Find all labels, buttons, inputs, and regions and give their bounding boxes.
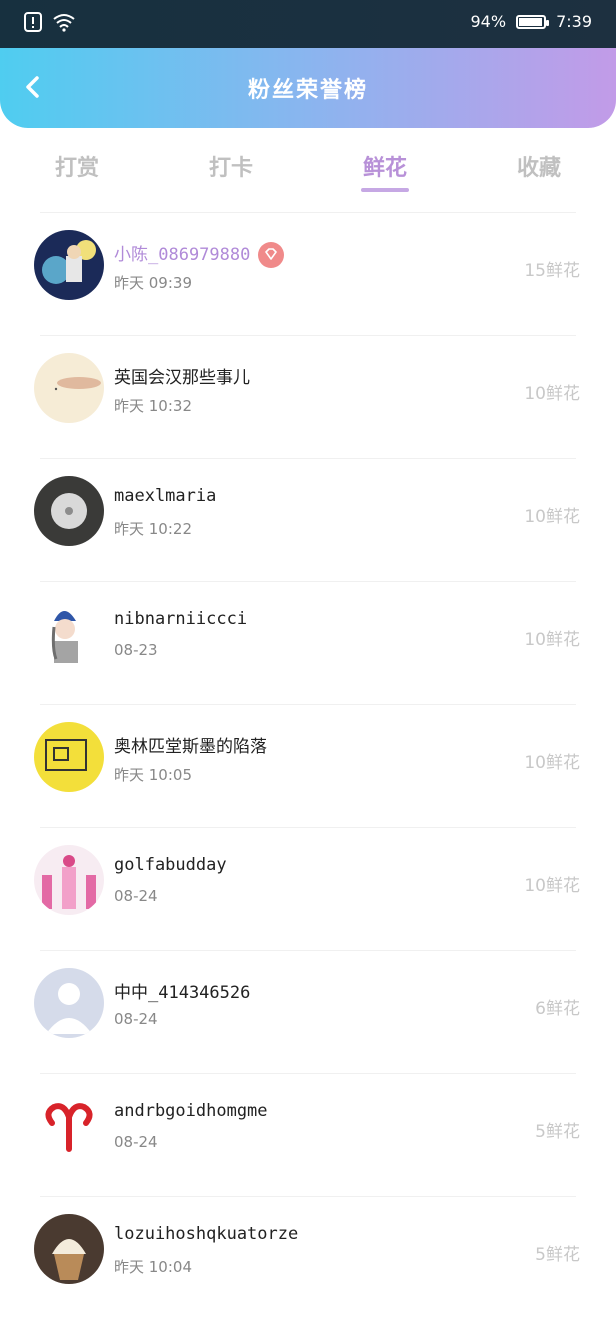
username-text: golfabudday: [114, 855, 227, 875]
tab-favorites[interactable]: 收藏: [462, 128, 616, 200]
avatar[interactable]: [34, 968, 104, 1038]
avatar[interactable]: [34, 476, 104, 546]
timestamp: 昨天 10:22: [114, 520, 192, 538]
list-item[interactable]: lozuihoshqkuatorze 昨天 10:04 5鲜花: [0, 1196, 616, 1319]
flower-count: 10鲜花: [524, 753, 580, 773]
app-header: 粉丝荣誉榜: [0, 48, 616, 128]
timestamp: 昨天 10:04: [114, 1258, 192, 1276]
tab-flowers[interactable]: 鲜花: [308, 128, 462, 200]
clock: 7:39: [556, 12, 592, 31]
avatar[interactable]: [34, 599, 104, 669]
username-text: 中中_414346526: [114, 983, 251, 1003]
avatar[interactable]: [34, 1214, 104, 1284]
flower-count: 10鲜花: [524, 507, 580, 527]
flower-count: 10鲜花: [524, 876, 580, 896]
username-text: 小陈_086979880: [114, 245, 251, 265]
tab-bar: 打赏 打卡 鲜花 收藏: [0, 128, 616, 200]
flower-count: 15鲜花: [524, 261, 580, 281]
alert-icon: [24, 12, 42, 36]
avatar[interactable]: [34, 722, 104, 792]
list-item[interactable]: andrbgoidhomgme 08-24 5鲜花: [0, 1073, 616, 1196]
page-title: 粉丝荣誉榜: [247, 78, 368, 103]
username: lozuihoshqkuatorze: [114, 1224, 298, 1244]
battery-icon: [516, 14, 550, 29]
timestamp: 08-24: [114, 1010, 158, 1028]
list-item[interactable]: 奥林匹堂斯墨的陷落 昨天 10:05 10鲜花: [0, 704, 616, 827]
list-item[interactable]: nibnarniiccci 08-23 10鲜花: [0, 581, 616, 704]
flower-count: 5鲜花: [535, 1122, 580, 1142]
flower-count: 10鲜花: [524, 630, 580, 650]
flower-count: 6鲜花: [535, 999, 580, 1019]
diamond-badge-icon: [258, 242, 285, 268]
username: nibnarniiccci: [114, 609, 247, 629]
list-item[interactable]: 英国会汉那些事儿 昨天 10:32 10鲜花: [0, 335, 616, 458]
wifi-icon: [52, 12, 76, 36]
fan-ranking-list: 小陈_086979880 昨天 09:39 15鲜花英国会汉那些事儿 昨天 10:32…: [0, 212, 616, 1319]
username-text: 英国会汉那些事儿: [114, 368, 250, 388]
username: andrbgoidhomgme: [114, 1101, 268, 1121]
username: 英国会汉那些事儿: [114, 363, 250, 388]
tab-checkin[interactable]: 打卡: [154, 128, 308, 200]
username: 中中_414346526: [114, 978, 250, 1003]
username: 奥林匹堂斯墨的陷落: [114, 732, 267, 757]
tab-tip[interactable]: 打赏: [0, 128, 154, 200]
flower-count: 10鲜花: [524, 384, 580, 404]
username-text: andrbgoidhomgme: [114, 1101, 268, 1121]
username-text: maexlmaria: [114, 486, 217, 506]
username-text: nibnarniiccci: [114, 609, 248, 629]
avatar[interactable]: [34, 353, 104, 423]
timestamp: 昨天 09:39: [114, 274, 192, 292]
username: golfabudday: [114, 855, 227, 875]
timestamp: 昨天 10:32: [114, 397, 192, 415]
timestamp: 08-24: [114, 887, 158, 905]
username: 小陈_086979880: [114, 240, 285, 268]
battery-percent: 94%: [470, 12, 507, 31]
timestamp: 昨天 10:05: [114, 766, 192, 784]
timestamp: 08-23: [114, 641, 158, 659]
list-item[interactable]: maexlmaria 昨天 10:22 10鲜花: [0, 458, 616, 581]
list-item[interactable]: 小陈_086979880 昨天 09:39 15鲜花: [0, 212, 616, 335]
avatar[interactable]: [34, 1091, 104, 1161]
avatar[interactable]: [34, 230, 104, 300]
status-bar: 94% 7:39: [0, 0, 616, 48]
timestamp: 08-24: [114, 1133, 158, 1151]
list-item[interactable]: golfabudday 08-24 10鲜花: [0, 827, 616, 950]
username: maexlmaria: [114, 486, 216, 506]
avatar[interactable]: [34, 845, 104, 915]
username-text: 奥林匹堂斯墨的陷落: [114, 737, 267, 757]
flower-count: 5鲜花: [535, 1245, 580, 1265]
list-item[interactable]: 中中_414346526 08-24 6鲜花: [0, 950, 616, 1073]
username-text: lozuihoshqkuatorze: [114, 1224, 299, 1244]
